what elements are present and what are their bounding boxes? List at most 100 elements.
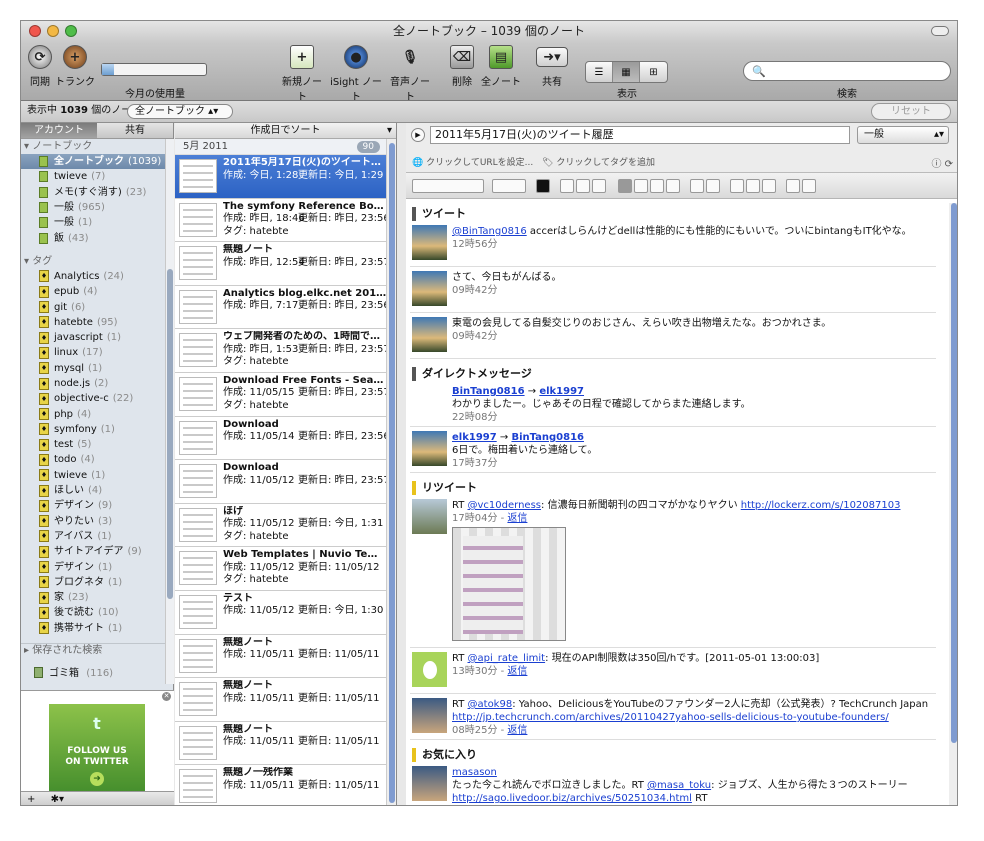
link-button[interactable] xyxy=(786,179,800,193)
tag-field[interactable]: 🏷 クリックしてタグを追加 xyxy=(542,155,655,168)
tag-item[interactable]: ♦ 携帯サイト (1) xyxy=(21,621,174,636)
numbered-list-button[interactable] xyxy=(706,179,720,193)
align-center-button[interactable] xyxy=(634,179,648,193)
note-list-item[interactable]: The symfony Reference Book | …作成: 昨日, 18… xyxy=(175,199,387,243)
tag-item[interactable]: ♦ objective-c (22) xyxy=(21,391,174,406)
align-justify-button[interactable] xyxy=(666,179,680,193)
tag-item[interactable]: ♦ やりたい (3) xyxy=(21,514,174,529)
rt-mention[interactable]: @api_rate_limit xyxy=(468,653,546,664)
editor-scroll-thumb[interactable] xyxy=(951,203,957,743)
fav-user[interactable]: masason xyxy=(452,766,936,779)
tag-item[interactable]: ♦ 家 (23) xyxy=(21,590,174,605)
dm-to[interactable]: elk1997 xyxy=(539,386,584,397)
tag-item[interactable]: ♦ todo (4) xyxy=(21,452,174,467)
follow-us-ad[interactable]: t FOLLOW US ON TWITTER ➜ xyxy=(49,704,145,800)
search-field[interactable]: 🔍 xyxy=(743,61,951,81)
note-list-item[interactable]: 2011年5月17日(火)のツイート履歴 作成: 今日, 1:28更新日: 今日,… xyxy=(175,155,387,199)
note-list-item[interactable]: Analytics blog.elkc.net 201105…作成: 昨日, 7… xyxy=(175,286,387,330)
tag-item[interactable]: ♦ Analytics (24) xyxy=(21,269,174,284)
close-ad-icon[interactable]: ✕ xyxy=(162,692,171,701)
sidebar-scrollbar[interactable] xyxy=(165,139,174,684)
tag-item[interactable]: ♦ デザイン (1) xyxy=(21,559,174,574)
font-select[interactable] xyxy=(412,179,484,193)
audio-note-button[interactable]: 🎙 音声ノート xyxy=(387,45,433,104)
bullet-list-button[interactable] xyxy=(690,179,704,193)
notebook-item[interactable]: 全ノートブック (1039) xyxy=(21,154,174,170)
trunk-button[interactable]: + トランク xyxy=(55,45,95,88)
font-size-select[interactable] xyxy=(492,179,526,193)
all-notes-button[interactable]: ▤ 全ノート xyxy=(481,45,521,88)
isight-note-button[interactable]: ● iSight ノート xyxy=(329,45,383,103)
tag-item[interactable]: ♦ ほしい (4) xyxy=(21,483,174,498)
comic-photo[interactable] xyxy=(452,527,566,641)
checkbox-button[interactable] xyxy=(730,179,744,193)
note-list-item[interactable]: Download 作成: 11/05/12 更新日: 昨日, 23:57 xyxy=(175,460,387,504)
list-view-button[interactable]: ☰ xyxy=(586,62,613,82)
tag-item[interactable]: ♦ デザイン (9) xyxy=(21,498,174,513)
toolbar-toggle-button[interactable] xyxy=(931,26,949,36)
editor-scrollbar[interactable] xyxy=(949,203,957,805)
italic-button[interactable] xyxy=(576,179,590,193)
play-icon[interactable]: ▶ xyxy=(411,128,425,142)
reply-link[interactable]: 返信 xyxy=(507,725,527,736)
thumbnail-view-button[interactable]: ⊞ xyxy=(640,62,667,82)
note-list-item[interactable]: 無題ノート 作成: 11/05/11 更新日: 11/05/11 xyxy=(175,635,387,679)
note-list-item[interactable]: 無題ノート 作成: 11/05/11 更新日: 11/05/11 xyxy=(175,678,387,722)
rt-link[interactable]: http://jp.techcrunch.com/archives/201104… xyxy=(452,712,889,723)
tweet-mention[interactable]: @BinTang0816 xyxy=(452,226,527,237)
fav-link[interactable]: http://sago.livedoor.biz/archives/502510… xyxy=(452,793,692,804)
notebook-item[interactable]: twieve (7) xyxy=(21,169,174,184)
close-button[interactable] xyxy=(29,25,41,37)
saved-searches-header[interactable]: ▸ 保存された検索 xyxy=(21,643,165,657)
align-left-button[interactable] xyxy=(618,179,632,193)
fav-mention[interactable]: @masa_toku xyxy=(647,780,711,791)
text-color-button[interactable] xyxy=(536,179,550,193)
tags-header[interactable]: ▾ タグ xyxy=(21,254,174,269)
note-list-item[interactable]: ウェブ開発者のための、1時間で… 作成: 昨日, 1:53更新日: 昨日, 23:… xyxy=(175,329,387,373)
hr-button[interactable] xyxy=(762,179,776,193)
tag-item[interactable]: ♦ hatebte (95) xyxy=(21,315,174,330)
gear-menu-button[interactable]: ✱▾ xyxy=(51,794,64,805)
add-button[interactable]: + xyxy=(27,794,35,805)
reply-link[interactable]: 返信 xyxy=(507,513,527,524)
dm-to[interactable]: BinTang0816 xyxy=(511,432,584,443)
notebooks-header[interactable]: ▾ ノートブック xyxy=(21,139,174,154)
tag-item[interactable]: ♦ linux (17) xyxy=(21,345,174,360)
reset-button[interactable]: リセット xyxy=(871,103,951,120)
tag-item[interactable]: ♦ サイトアイデア (9) xyxy=(21,544,174,559)
notebook-item[interactable]: 飯 (43) xyxy=(21,230,174,245)
tab-account[interactable]: アカウント xyxy=(21,123,97,138)
notebook-item[interactable]: 一般 (1) xyxy=(21,215,174,230)
dm-from[interactable]: BinTang0816 xyxy=(452,386,525,397)
note-list-item[interactable]: テスト 作成: 11/05/12 更新日: 今日, 1:30 xyxy=(175,591,387,635)
rt-link[interactable]: http://lockerz.com/s/102087103 xyxy=(741,500,901,511)
note-content[interactable]: ツイート @BinTang0816 accerはしらんけどdellは性能的にも性… xyxy=(410,203,946,805)
note-list-scrollbar[interactable] xyxy=(386,139,396,805)
tag-item[interactable]: ♦ test (5) xyxy=(21,437,174,452)
tag-item[interactable]: ♦ twieve (1) xyxy=(21,468,174,483)
note-list-item[interactable]: ほげ 作成: 11/05/12 更新日: 今日, 1:31 タグ: hatebte xyxy=(175,504,387,548)
rt-mention[interactable]: @atok98 xyxy=(468,699,513,710)
note-info-icon[interactable]: ⓘ ⟳ xyxy=(931,155,953,170)
reply-link[interactable]: 返信 xyxy=(507,666,527,677)
note-list-item[interactable]: 無題ノート 作成: 昨日, 12:54更新日: 昨日, 23:57 xyxy=(175,242,387,286)
table-button[interactable] xyxy=(746,179,760,193)
note-list-scroll-thumb[interactable] xyxy=(389,143,395,803)
new-note-button[interactable]: + 新規ノート xyxy=(279,45,325,103)
note-list-item[interactable]: Web Templates | Nuvio Templates作成: 11/05… xyxy=(175,547,387,591)
align-right-button[interactable] xyxy=(650,179,664,193)
bold-button[interactable] xyxy=(560,179,574,193)
notebook-filter-select[interactable]: 全ノートブック ▴▾ xyxy=(127,104,234,119)
sort-menu[interactable]: 作成日でソート ▾ xyxy=(175,123,396,139)
note-list-item[interactable]: Download 作成: 11/05/14 更新日: 昨日, 23:56 xyxy=(175,417,387,461)
url-field[interactable]: 🌐 クリックしてURLを設定... xyxy=(412,155,533,168)
trash-item[interactable]: ゴミ箱 (116) xyxy=(21,666,165,682)
sidebar-scroll-thumb[interactable] xyxy=(167,269,173,599)
tag-item[interactable]: ♦ javascript (1) xyxy=(21,330,174,345)
note-list-item[interactable]: Download Free Fonts - Search … 作成: 11/05/… xyxy=(175,373,387,417)
tag-item[interactable]: ♦ ブログネタ (1) xyxy=(21,575,174,590)
rt-mention[interactable]: @vc10derness xyxy=(468,500,542,511)
dm-from[interactable]: elk1997 xyxy=(452,432,497,443)
tag-item[interactable]: ♦ node.js (2) xyxy=(21,376,174,391)
snippet-view-button[interactable]: ▦ xyxy=(613,62,640,82)
